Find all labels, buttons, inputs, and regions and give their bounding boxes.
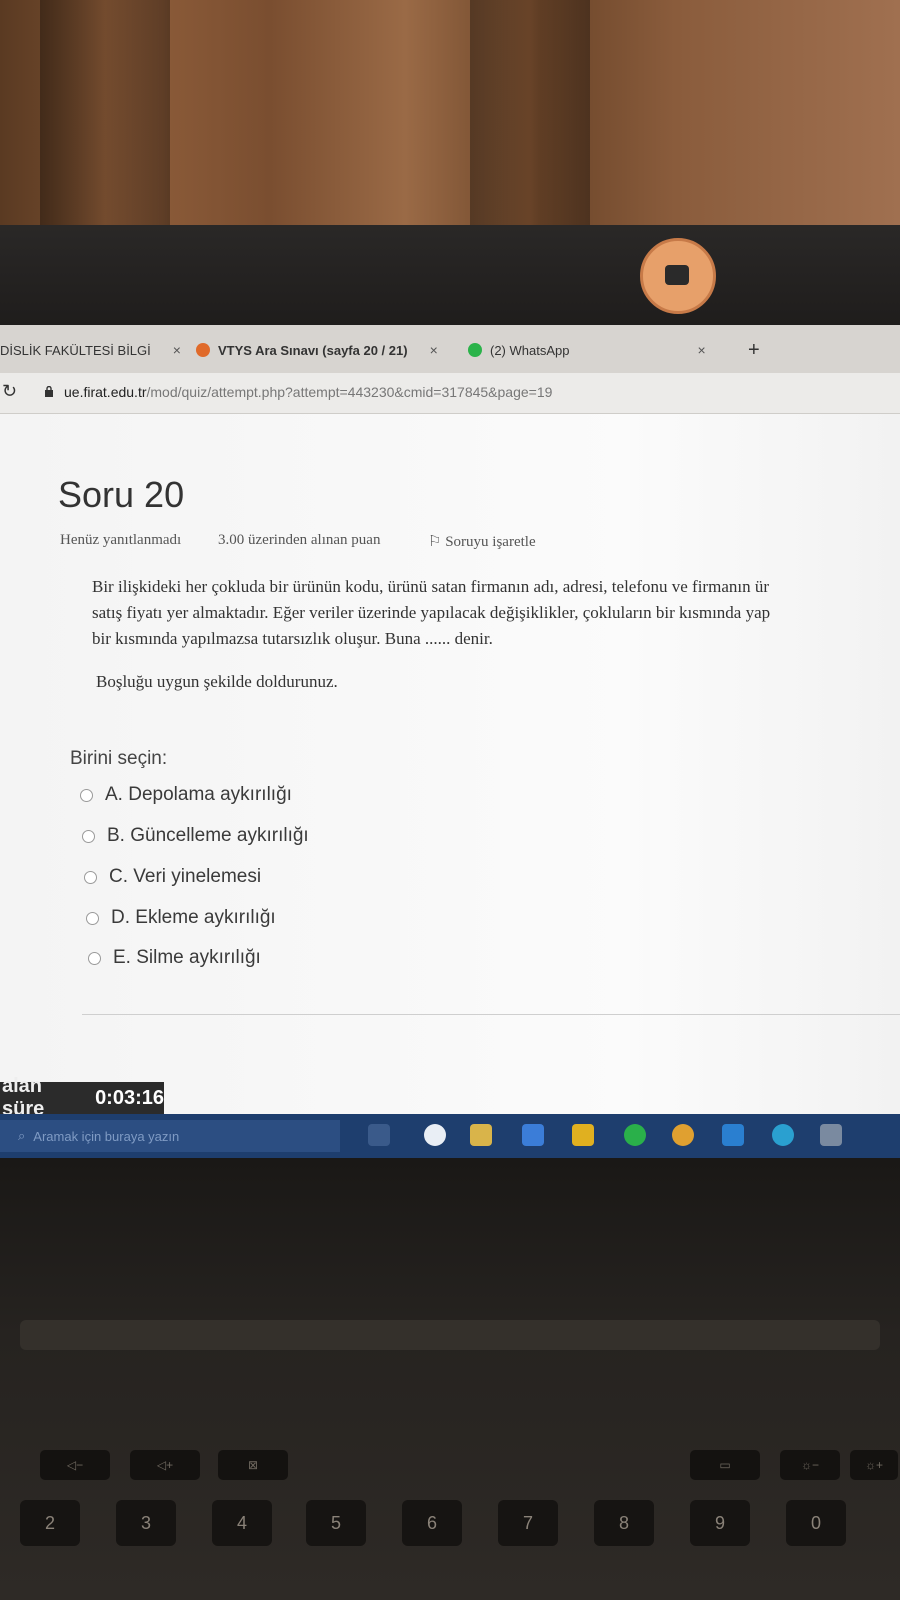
option-e[interactable]: E. Silme aykırılığı	[88, 947, 261, 969]
option-a[interactable]: A. Depolama aykırılığı	[80, 784, 292, 806]
moodle-icon	[196, 343, 210, 357]
tab-quiz[interactable]: VTYS Ara Sınavı (sayfa 20 / 21) ×	[196, 335, 438, 365]
radio-button[interactable]	[88, 951, 101, 965]
question-text: Bir ilişkideki her çokluda bir ürünün ko…	[92, 577, 771, 648]
tab-whatsapp[interactable]: (2) WhatsApp ×	[468, 335, 706, 365]
vscode-icon[interactable]	[722, 1124, 744, 1146]
key-9[interactable]: 9	[690, 1500, 750, 1546]
lock-icon	[45, 386, 53, 397]
key-5[interactable]: 5	[306, 1500, 366, 1546]
store-icon[interactable]	[572, 1124, 594, 1146]
question-points: 3.00 üzerinden alınan puan	[218, 532, 381, 548]
curtain-left	[40, 0, 170, 230]
new-tab-button[interactable]: +	[748, 335, 760, 365]
curtain-middle	[470, 0, 590, 230]
whatsapp-icon	[468, 343, 482, 357]
screen-key[interactable]: ▭	[690, 1450, 760, 1480]
close-icon[interactable]: ×	[173, 342, 181, 358]
key-6[interactable]: 6	[402, 1500, 462, 1546]
option-c[interactable]: C. Veri yinelemesi	[84, 866, 261, 888]
app-icon[interactable]	[820, 1124, 842, 1146]
mute-key[interactable]: ⊠	[218, 1450, 288, 1480]
flag-icon: ⚐	[428, 534, 442, 550]
radio-button[interactable]	[82, 829, 95, 843]
url-text: ue.firat.edu.tr/mod/quiz/attempt.php?att…	[64, 384, 553, 400]
question-prompt: Boşluğu uygun şekilde doldurunuz.	[96, 672, 338, 691]
radio-button[interactable]	[86, 911, 99, 925]
folder-icon[interactable]	[470, 1124, 492, 1146]
key-0[interactable]: 0	[786, 1500, 846, 1546]
app-icon[interactable]	[424, 1124, 446, 1146]
close-icon[interactable]: ×	[697, 342, 705, 358]
key-3[interactable]: 3	[116, 1500, 176, 1546]
windows-taskbar: ⌕ Aramak için buraya yazın	[0, 1114, 900, 1158]
tab-faculty[interactable]: DİSLİK FAKÜLTESİ BİLGİ ×	[0, 335, 181, 365]
quiz-page: Soru 20 Henüz yanıtlanmadı 3.00 üzerinde…	[0, 414, 900, 1114]
spotify-icon[interactable]	[624, 1124, 646, 1146]
chrome-icon[interactable]	[672, 1124, 694, 1146]
browser-tab-bar: DİSLİK FAKÜLTESİ BİLGİ × VTYS Ara Sınavı…	[0, 325, 900, 373]
option-b[interactable]: B. Güncelleme aykırılığı	[82, 825, 309, 847]
brightness-up-key[interactable]: ☼+	[850, 1450, 898, 1480]
divider	[82, 1014, 900, 1015]
volume-up-key[interactable]: ◁+	[130, 1450, 200, 1480]
mail-icon[interactable]	[522, 1124, 544, 1146]
laptop-hinge	[20, 1320, 880, 1350]
flag-question-link[interactable]: ⚐ Soruyu işaretle	[428, 532, 536, 551]
address-bar[interactable]: ↻ ue.firat.edu.tr/mod/quiz/attempt.php?a…	[0, 373, 900, 414]
bezel-sticker	[640, 238, 716, 314]
reload-icon[interactable]: ↻	[2, 381, 17, 402]
close-icon[interactable]: ×	[430, 342, 438, 358]
monitor-bezel	[0, 225, 900, 325]
task-view-icon[interactable]	[368, 1124, 390, 1146]
choose-label: Birini seçin:	[70, 748, 168, 769]
key-4[interactable]: 4	[212, 1500, 272, 1546]
key-2[interactable]: 2	[20, 1500, 80, 1546]
quiz-timer: alan süre 0:03:16	[0, 1075, 164, 1120]
question-status: Henüz yanıtlanmadı	[60, 532, 182, 548]
brightness-down-key[interactable]: ☼−	[780, 1450, 840, 1480]
key-7[interactable]: 7	[498, 1500, 558, 1546]
taskbar-search[interactable]: ⌕ Aramak için buraya yazın	[0, 1120, 340, 1152]
radio-button[interactable]	[80, 788, 93, 802]
skype-icon[interactable]	[772, 1124, 794, 1146]
option-d[interactable]: D. Ekleme aykırılığı	[86, 907, 276, 929]
question-title: Soru 20	[58, 474, 185, 515]
search-icon: ⌕	[18, 1128, 26, 1143]
volume-down-key[interactable]: ◁−	[40, 1450, 110, 1480]
key-8[interactable]: 8	[594, 1500, 654, 1546]
radio-button[interactable]	[84, 870, 97, 884]
